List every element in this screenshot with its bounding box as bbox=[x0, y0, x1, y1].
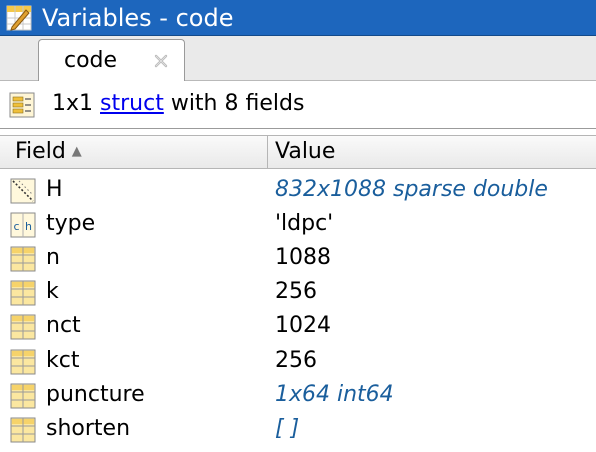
table-row[interactable]: k 256 bbox=[0, 275, 596, 309]
table-row[interactable]: puncture 1x64 int64 bbox=[0, 378, 596, 412]
tab-code[interactable]: code bbox=[38, 39, 185, 81]
variables-editor-icon bbox=[6, 5, 32, 31]
table-header: Field ▲ Value bbox=[0, 135, 596, 169]
field-value: 1088 bbox=[275, 245, 331, 270]
numeric-icon bbox=[10, 349, 36, 375]
table-row[interactable]: c h type'ldpc' bbox=[0, 207, 596, 241]
field-name: k bbox=[46, 279, 59, 304]
struct-icon bbox=[9, 92, 35, 118]
close-tab-icon[interactable] bbox=[150, 50, 172, 72]
table-row[interactable]: kct 256 bbox=[0, 344, 596, 378]
table-row[interactable]: H 832x1088 sparse double bbox=[0, 173, 596, 207]
summary-text: 1x1 struct with 8 fields bbox=[52, 89, 304, 119]
column-header-value[interactable]: Value bbox=[268, 136, 596, 169]
fields-table: Field ▲ Value H 832x1088 sparse double c h ty… bbox=[0, 128, 596, 452]
field-name: kct bbox=[46, 348, 80, 373]
numeric-icon bbox=[10, 280, 36, 306]
tab-label: code bbox=[64, 48, 118, 73]
numeric-icon bbox=[10, 246, 36, 272]
summary-size: 1x1 bbox=[52, 91, 94, 116]
field-value[interactable]: 1x64 int64 bbox=[275, 380, 394, 410]
column-header-field[interactable]: Field ▲ bbox=[5, 136, 268, 169]
svg-text:h: h bbox=[25, 220, 32, 233]
window-titlebar[interactable]: Variables - code bbox=[0, 0, 596, 36]
window-title: Variables - code bbox=[42, 4, 234, 32]
field-value: 256 bbox=[275, 279, 317, 304]
field-value: 1024 bbox=[275, 313, 331, 338]
table-row[interactable]: shorten [ ] bbox=[0, 412, 596, 446]
numeric-icon bbox=[10, 417, 36, 443]
sort-ascending-icon: ▲ bbox=[71, 144, 82, 159]
table-row[interactable]: nct 1024 bbox=[0, 309, 596, 343]
table-row[interactable]: n 1088 bbox=[0, 241, 596, 275]
tab-strip: code bbox=[0, 36, 596, 81]
column-header-value-label: Value bbox=[275, 139, 336, 164]
field-name: type bbox=[46, 211, 96, 236]
field-name: puncture bbox=[46, 382, 145, 407]
summary-suffix: with 8 fields bbox=[170, 91, 305, 116]
variable-summary: 1x1 struct with 8 fields bbox=[0, 82, 596, 128]
field-value: 256 bbox=[275, 348, 317, 373]
sparse-matrix-icon bbox=[10, 178, 36, 204]
field-name: nct bbox=[46, 313, 81, 338]
field-value[interactable]: 832x1088 sparse double bbox=[275, 175, 548, 205]
column-header-field-label: Field bbox=[15, 139, 66, 164]
svg-text:c: c bbox=[14, 220, 20, 233]
field-name: H bbox=[46, 177, 63, 202]
char-icon: ch bbox=[10, 212, 36, 238]
numeric-icon bbox=[10, 314, 36, 340]
field-value: 'ldpc' bbox=[275, 211, 334, 236]
numeric-icon bbox=[10, 383, 36, 409]
struct-link[interactable]: struct bbox=[100, 91, 164, 116]
field-name: n bbox=[46, 245, 60, 270]
field-value[interactable]: [ ] bbox=[275, 414, 299, 444]
field-name: shorten bbox=[46, 416, 131, 441]
